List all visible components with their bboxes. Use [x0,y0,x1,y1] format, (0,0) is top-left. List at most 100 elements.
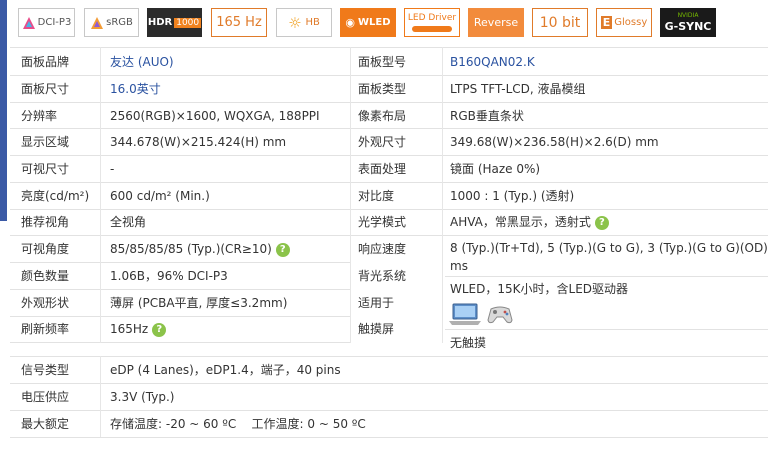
shape-value: 薄屏 (PCBA平直, 厚度≤3.2mm) [110,296,288,310]
touch-value: 无触摸 [450,336,487,350]
refresh-rate-badge-label: 165 Hz [216,15,262,30]
led-driver-label: LED Driver [407,13,457,23]
model-label: 面板型号 [358,55,407,69]
feature-badges: DCI-P3 sRGB HDR 1000 165 Hz ☼ HB ◉ WLED … [18,8,768,41]
left-accent-bar [0,0,7,221]
display-area-value: 344.678(W)×215.424(H) mm [110,135,287,149]
column-divider [442,47,443,343]
signal-type-label: 信号类型 [21,363,70,377]
voltage-label: 电压供应 [21,390,70,404]
refresh-rate-badge: 165 Hz [211,8,267,37]
refresh-rate-cell: 165Hz? [110,322,167,337]
refresh-rate-label: 刷新频率 [21,322,70,336]
view-angle-label: 可视角度 [21,242,70,256]
view-angle-value: 85/85/85/85 (Typ.)(CR≥10) [110,242,272,256]
row-divider [10,262,350,263]
srgb-badge: sRGB [84,8,139,37]
sun-icon: ☼ [288,13,302,32]
brightness-value: 600 cd/m² (Min.) [110,189,210,203]
row-divider [10,235,768,236]
row-divider [10,383,768,384]
size-label: 面板尺寸 [21,82,70,96]
glossy-badge: E Glossy [596,8,652,37]
outline-size-label: 外观尺寸 [358,135,407,149]
brightness-label: 亮度(cd/m²) [21,189,90,203]
color-count-value: 1.06B，96% DCI-P3 [110,269,228,283]
pixel-layout-value: RGB垂直条状 [450,109,524,123]
resolution-label: 分辨率 [21,109,58,123]
row-divider [445,276,768,277]
glossy-icon: E [600,16,613,29]
brand-value-link[interactable]: 友达 (AUO) [110,55,174,69]
panel-type-label: 面板类型 [358,82,407,96]
row-divider [10,342,350,343]
display-area-label: 显示区域 [21,135,70,149]
visible-size-label: 可视尺寸 [21,162,70,176]
laptop-icon [449,303,481,325]
wled-badge: ◉ WLED [340,8,396,37]
column-divider [350,47,351,343]
row-divider [10,155,768,156]
hb-label: HB [305,17,320,28]
reverse-label: Reverse [473,16,519,29]
g-sync-label: G-SYNC [664,20,712,33]
response-time-value: 8 (Typ.)(Tr+Td), 5 (Typ.)(G to G), 3 (Ty… [450,241,768,255]
row-divider [10,102,768,103]
table-top-rule [10,47,768,48]
model-value-link[interactable]: B160QAN02.K [450,55,535,69]
backlight-label: 背光系统 [358,269,407,283]
lamp-icon: ◉ [345,16,356,29]
resolution-value: 2560(RGB)×1600, WQXGA, 188PPI [110,109,320,123]
recommended-view-value: 全视角 [110,215,147,229]
visible-size-value: - [110,162,115,176]
recommended-view-label: 推荐视角 [21,215,70,229]
contrast-value: 1000 : 1 (Typ.) (透射) [450,189,575,203]
response-time-label: 响应速度 [358,242,407,256]
pixel-layout-label: 像素布局 [358,109,407,123]
driver-bar-icon [412,26,452,32]
touch-label: 触摸屏 [358,322,395,336]
row-divider [10,128,768,129]
glossy-label: Glossy [614,17,648,28]
row-divider [10,182,768,183]
row-divider [10,289,350,290]
hdr-badge: HDR 1000 [147,8,202,37]
bit-depth-label: 10 bit [539,14,581,31]
view-angle-cell: 85/85/85/85 (Typ.)(CR≥10)? [110,242,290,257]
bit-depth-badge: 10 bit [532,8,588,37]
row-divider [10,316,350,317]
hdr-level-label: 1000 [174,17,202,28]
brand-label: 面板品牌 [21,55,70,69]
max-rating-value: 存储温度: -20 ~ 60 ºC 工作温度: 0 ~ 50 ºC [110,417,366,431]
help-icon[interactable]: ? [152,322,167,337]
wled-label: WLED [358,17,391,28]
gamepad-icon [487,306,513,324]
panel-type-value: LTPS TFT-LCD, 液晶模组 [450,82,586,96]
row-divider [10,410,768,411]
led-driver-badge: LED Driver [404,8,460,37]
nvidia-label: NVIDIA [677,12,699,19]
response-time-unit: ms [450,259,468,273]
hb-badge: ☼ HB [276,8,332,37]
column-divider [100,47,101,343]
backlight-value: WLED，15K小时，含LED驱动器 [450,282,629,296]
column-divider [100,356,101,437]
dci-p3-badge: DCI-P3 [18,8,75,37]
applicable-label: 适用于 [358,296,395,310]
surface-value: 镜面 (Haze 0%) [450,162,541,176]
voltage-value: 3.3V (Typ.) [110,390,175,404]
row-divider [10,209,768,210]
color-count-label: 颜色数量 [21,269,70,283]
help-icon[interactable]: ? [275,242,290,257]
signal-type-value: eDP (4 Lanes)，eDP1.4，端子，40 pins [110,363,341,377]
section-divider [10,356,768,357]
optical-mode-label: 光学模式 [358,215,407,229]
g-sync-badge: NVIDIA G-SYNC [660,8,716,37]
table-bottom-rule [10,437,768,438]
refresh-rate-value: 165Hz [110,322,149,336]
size-value-link[interactable]: 16.0英寸 [110,82,161,96]
help-icon[interactable]: ? [594,215,609,230]
shape-label: 外观形状 [21,296,70,310]
contrast-label: 对比度 [358,189,395,203]
surface-label: 表面处理 [358,162,407,176]
